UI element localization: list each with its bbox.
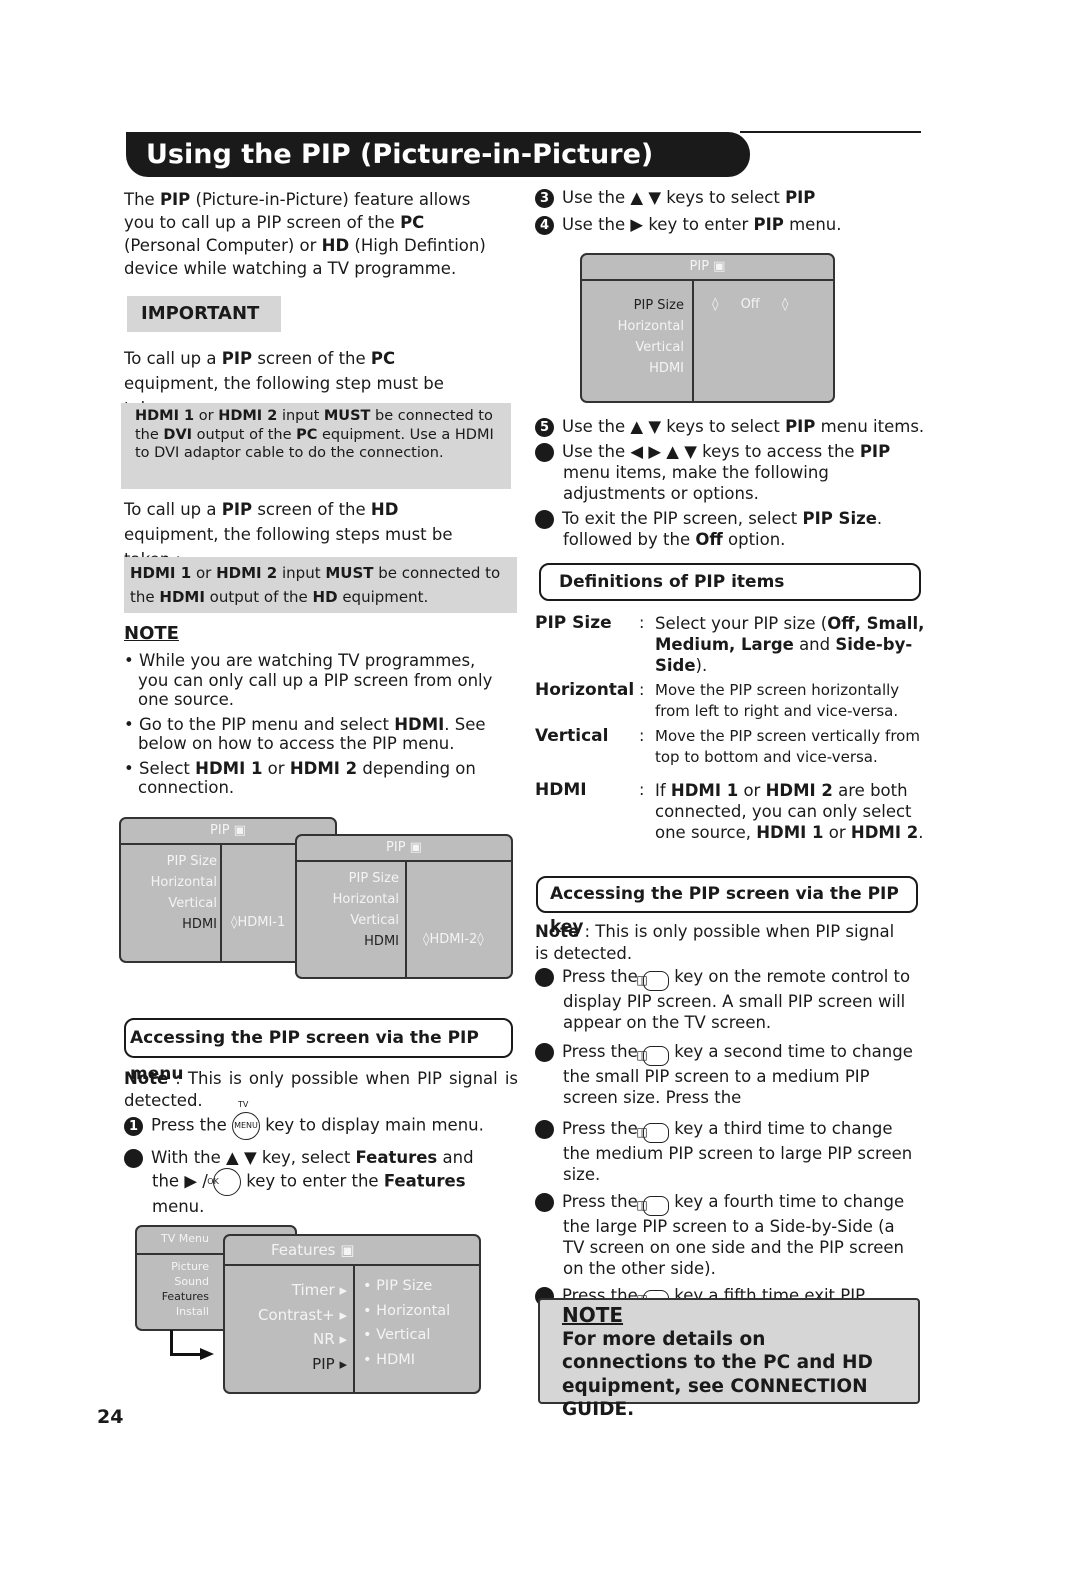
note-item: • Select HDMI 1 or HDMI 2 depending on c…	[124, 758, 476, 798]
step-5: 5 Use the ▲ ▼ keys to select PIP menu ite…	[535, 416, 925, 438]
menu-access-note: Note : This is only possible when PIP si…	[124, 1069, 518, 1110]
hd-requirement-box: HDMI 1 or HDMI 2 input MUST be connected…	[124, 557, 517, 613]
tv-label: TV	[238, 1100, 249, 1109]
menu-key-icon: MENU	[232, 1112, 260, 1140]
menu-item: Horizontal	[332, 892, 399, 907]
menu-access-heading: Accessing the PIP screen via the PIP men…	[124, 1018, 513, 1084]
bottom-note-title: NOTE	[562, 1303, 624, 1327]
menu-item: Horizontal	[150, 875, 217, 890]
menu-item: Vertical	[168, 896, 217, 911]
step-4: 4 Use the ▶ key to enter PIP menu.	[535, 214, 915, 236]
step-6-exit: 6 To exit the PIP screen, select PIP Size…	[525, 509, 883, 549]
menu-step-2: 2 With the ▲ ▼ key, select Features and t…	[114, 1148, 474, 1216]
menu-item: PIP Size	[348, 871, 399, 886]
pip-menu-off: PIP ▣ PIP Size Horizontal Vertical HDMI ◊ O…	[580, 253, 835, 403]
menu-step-1: 1 Press the MENU key to display main menu…	[124, 1112, 514, 1140]
pip-key-icon: ◫	[636, 1196, 669, 1216]
step-6: 6 Use the ◀ ▶ ▲ ▼ keys to access the PIP …	[525, 442, 891, 503]
menu-item: HDMI	[182, 917, 217, 932]
pc-requirement-box: HDMI 1 or HDMI 2 input MUST be connected…	[121, 403, 511, 489]
pip-menu-hdmi2: PIP ▣ PIP Size Horizontal Vertical HDMI ◊HD…	[295, 834, 513, 979]
key-step-4: 4 Press the ◫ key a fourth time to change…	[525, 1192, 905, 1278]
intro-text: The PIP (Picture-in-Picture) feature all…	[124, 190, 486, 278]
key-step-3: 3 Press the ◫ key a third time to change …	[525, 1119, 913, 1184]
key-access-heading: Accessing the PIP screen via the PIP key	[536, 876, 918, 937]
pip-key-icon: ◫	[636, 1046, 669, 1066]
features-menu: Features ▣ Timer ▸ Contrast+ ▸ NR ▸ PIP ▸ •…	[223, 1234, 481, 1394]
definition-row: PIP Size: Select your PIP size (Off, Smal…	[535, 613, 925, 675]
note-title: NOTE	[124, 623, 179, 644]
menu-header: PIP ▣	[297, 836, 511, 862]
page-title: Using the PIP (Picture-in-Picture) Featu…	[126, 132, 750, 215]
key-steps: 1 Press the ◫ key on the remote control t…	[525, 966, 920, 1331]
ok-key-icon: OK	[207, 1168, 242, 1196]
menu-item: PIP Size	[166, 854, 217, 869]
key-step-2: 2 Press the ◫ key a second time to change…	[525, 1042, 913, 1107]
definitions-heading: Definitions of PIP items	[539, 563, 921, 601]
step-3: 3 Use the ▲ ▼ keys to select PIP	[535, 187, 915, 209]
definition-row: HDMI: If HDMI 1 or HDMI 2 are both connec…	[535, 780, 924, 842]
menu-value: ◊HDMI-2◊	[423, 932, 484, 947]
title-rule	[740, 131, 921, 133]
definition-row: Horizontal: Move the PIP screen horizonta…	[535, 680, 900, 720]
definition-row: Vertical: Move the PIP screen vertically …	[535, 726, 920, 766]
pip-key-icon: ◫	[636, 971, 669, 991]
important-label: IMPORTANT	[127, 296, 281, 332]
key-access-note: Note : This is only possible when PIP si…	[535, 922, 895, 963]
note-list: • While you are watching TV programmes, …	[124, 651, 504, 798]
page-number: 24	[97, 1406, 124, 1428]
menu-value: ◊ Off ◊	[712, 297, 789, 312]
menu-item: Vertical	[350, 913, 399, 928]
menu-value: ◊HDMI-1	[231, 915, 286, 930]
bottom-note-box: NOTE For more details on connections to …	[538, 1298, 920, 1420]
pip-key-icon: ◫	[636, 1123, 669, 1143]
definitions-list: PIP Size: Select your PIP size (Off, Smal…	[535, 613, 925, 843]
note-item: • Go to the PIP menu and select HDMI. Se…	[124, 714, 486, 754]
bottom-note-text: For more details on connections to the P…	[562, 1328, 873, 1421]
note-item: • While you are watching TV programmes, …	[124, 651, 493, 709]
key-step-1: 1 Press the ◫ key on the remote control t…	[525, 967, 911, 1032]
menu-item: HDMI	[364, 934, 399, 949]
arrow-icon	[170, 1330, 173, 1355]
